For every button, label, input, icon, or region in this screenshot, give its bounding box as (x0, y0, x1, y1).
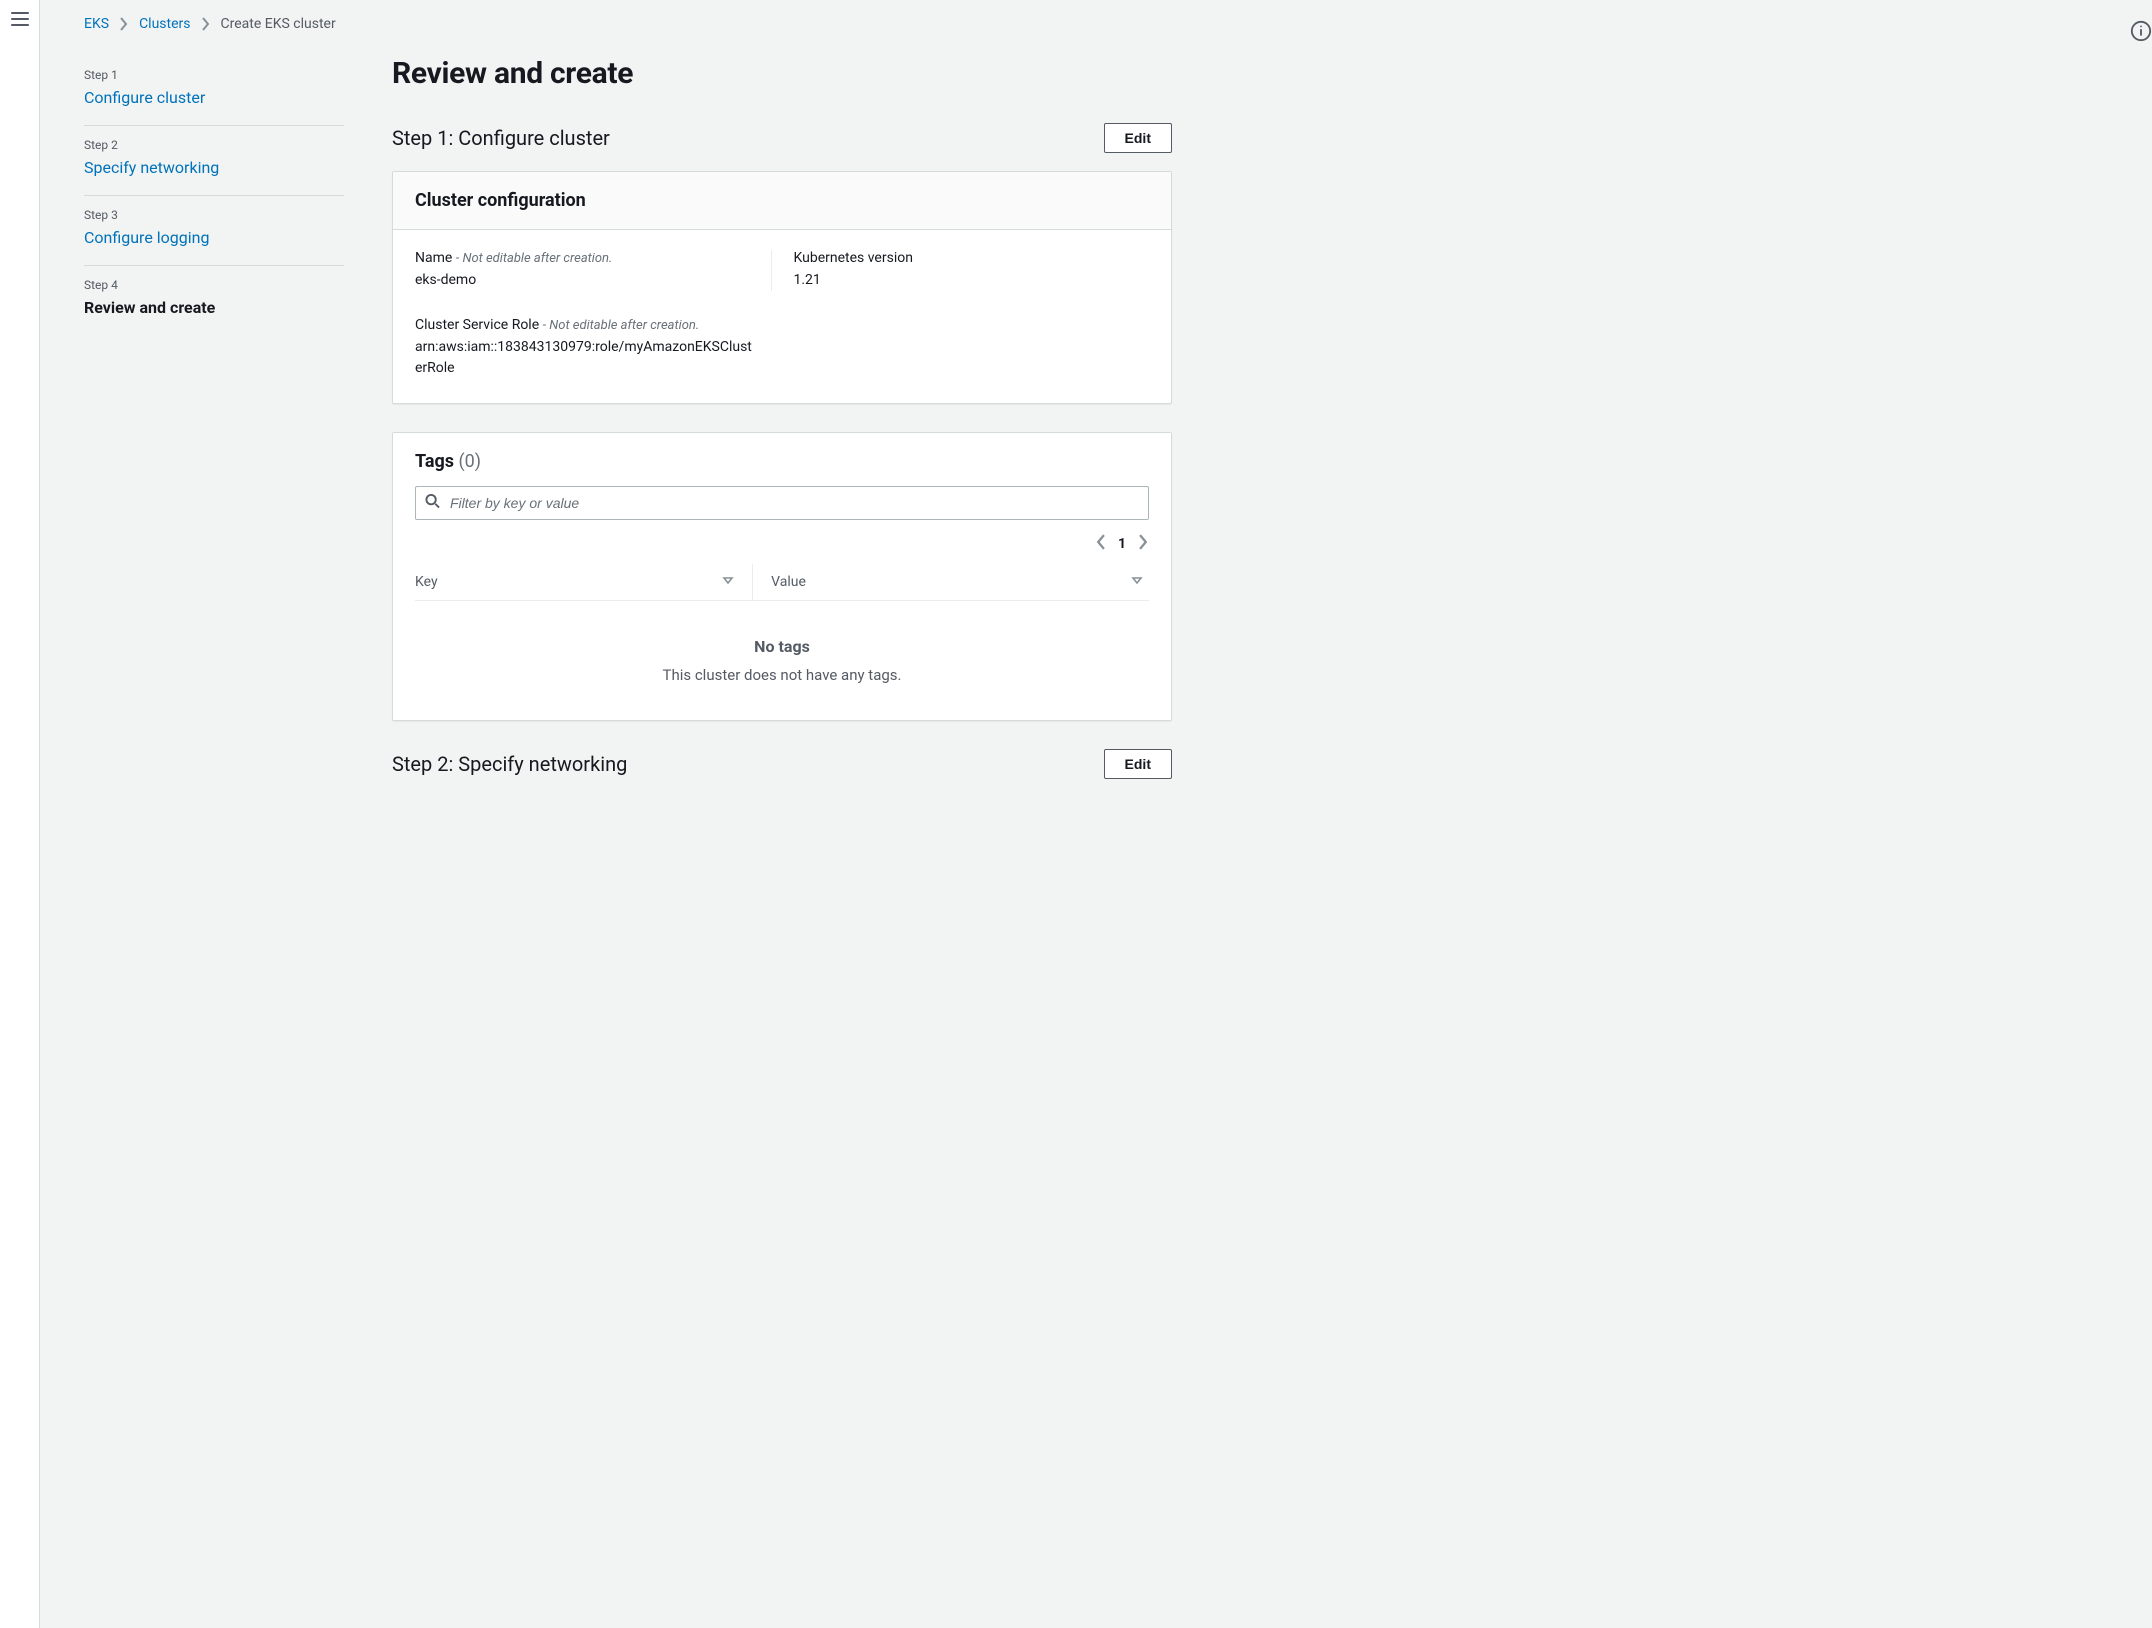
wizard-step-current: Review and create (84, 298, 344, 317)
page-number: 1 (1118, 536, 1126, 552)
field-value-k8s-version: 1.21 (794, 270, 1130, 291)
breadcrumb: EKS Clusters Create EKS cluster (84, 16, 2108, 32)
section-heading-step2: Step 2: Specify networking (392, 752, 627, 776)
panel-title-tags: Tags (0) (415, 451, 1149, 472)
wizard-step-link[interactable]: Configure logging (84, 228, 344, 247)
breadcrumb-link-eks[interactable]: EKS (84, 16, 109, 32)
tags-pagination: 1 (415, 520, 1149, 554)
left-nav-rail (0, 0, 40, 1628)
info-icon[interactable] (2130, 20, 2152, 46)
section-heading-step1: Step 1: Configure cluster (392, 126, 610, 150)
wizard-step-link[interactable]: Specify networking (84, 158, 344, 177)
breadcrumb-link-clusters[interactable]: Clusters (139, 16, 190, 32)
field-value-service-role: arn:aws:iam::183843130979:role/myAmazonE… (415, 337, 755, 379)
wizard-step-2[interactable]: Step 2 Specify networking (84, 126, 344, 196)
wizard-step-4: Step 4 Review and create (84, 266, 344, 335)
wizard-steps-nav: Step 1 Configure cluster Step 2 Specify … (84, 56, 344, 797)
field-label-service-role: Cluster Service Role - Not editable afte… (415, 317, 1149, 333)
not-editable-hint: - Not editable after creation. (543, 318, 700, 333)
panel-title: Cluster configuration (415, 190, 1149, 211)
field-label-name: Name - Not editable after creation. (415, 250, 751, 266)
hamburger-icon[interactable] (11, 12, 29, 26)
wizard-step-link[interactable]: Configure cluster (84, 88, 344, 107)
main-content: Review and create Step 1: Configure clus… (392, 56, 1172, 797)
tags-panel: Tags (0) (392, 432, 1172, 721)
search-icon (425, 494, 440, 513)
cluster-configuration-panel: Cluster configuration Name - Not editabl… (392, 171, 1172, 404)
wizard-step-label: Step 2 (84, 138, 344, 152)
wizard-step-label: Step 1 (84, 68, 344, 82)
page-prev-icon[interactable] (1095, 534, 1106, 554)
edit-step2-button[interactable]: Edit (1104, 749, 1172, 779)
empty-description: This cluster does not have any tags. (415, 666, 1149, 684)
chevron-right-icon (119, 17, 129, 31)
tags-col-key[interactable]: Key (415, 564, 753, 601)
sort-icon (1131, 574, 1143, 590)
wizard-step-1[interactable]: Step 1 Configure cluster (84, 56, 344, 126)
tags-filter-input[interactable] (415, 486, 1149, 520)
wizard-step-label: Step 4 (84, 278, 344, 292)
page-next-icon[interactable] (1138, 534, 1149, 554)
page-title: Review and create (392, 56, 1172, 91)
edit-step1-button[interactable]: Edit (1104, 123, 1172, 153)
field-label-k8s-version: Kubernetes version (794, 250, 1130, 266)
sort-icon (722, 574, 734, 590)
breadcrumb-current: Create EKS cluster (221, 16, 336, 32)
field-value-name: eks-demo (415, 270, 751, 291)
empty-title: No tags (415, 637, 1149, 656)
wizard-step-3[interactable]: Step 3 Configure logging (84, 196, 344, 266)
tags-col-value[interactable]: Value (753, 564, 1149, 601)
tags-table: Key Value (415, 564, 1149, 601)
wizard-step-label: Step 3 (84, 208, 344, 222)
tags-empty-state: No tags This cluster does not have any t… (415, 601, 1149, 720)
not-editable-hint: - Not editable after creation. (456, 251, 613, 266)
tags-count: (0) (458, 451, 481, 472)
chevron-right-icon (201, 17, 211, 31)
